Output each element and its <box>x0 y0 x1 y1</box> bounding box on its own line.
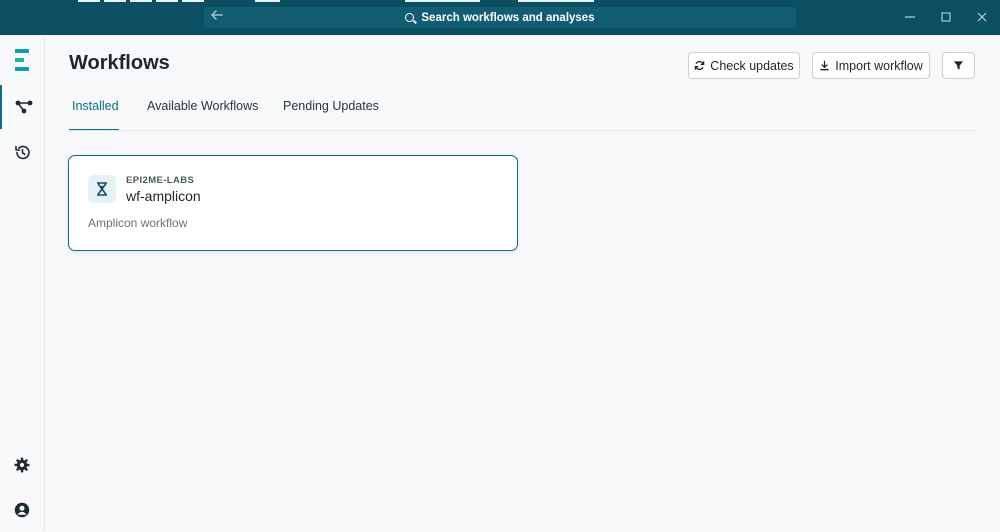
minimize-icon <box>905 16 915 18</box>
gear-icon <box>14 457 30 473</box>
tab-strip <box>518 0 594 2</box>
close-button[interactable] <box>973 9 991 27</box>
close-icon <box>977 12 987 22</box>
tab-strip <box>182 0 204 2</box>
tab-installed[interactable]: Installed <box>69 93 119 131</box>
tab-pending-updates[interactable]: Pending Updates <box>283 93 379 129</box>
workflow-card[interactable]: EPI2ME-LABS wf-amplicon Amplicon workflo… <box>68 155 518 251</box>
tab-strip <box>130 0 152 2</box>
import-workflow-button[interactable]: Import workflow <box>812 52 930 79</box>
refresh-icon <box>695 60 705 71</box>
sidebar-item-history[interactable] <box>0 130 44 174</box>
sidebar-item-settings[interactable] <box>0 443 44 487</box>
workflow-description: Amplicon workflow <box>88 216 188 230</box>
download-icon <box>820 60 829 71</box>
tab-divider <box>69 130 975 131</box>
check-updates-label: Check updates <box>710 58 794 73</box>
history-icon <box>14 145 30 159</box>
arrow-left-icon <box>211 10 223 20</box>
sidebar-item-account[interactable] <box>0 488 44 532</box>
check-updates-button[interactable]: Check updates <box>688 52 800 79</box>
tab-pending-label: Pending Updates <box>283 99 379 113</box>
global-search-bar[interactable]: Search workflows and analyses <box>204 7 796 28</box>
workflow-name: wf-amplicon <box>126 188 201 204</box>
app-logo <box>15 49 29 71</box>
workflow-org: EPI2ME-LABS <box>126 175 195 186</box>
maximize-button[interactable] <box>937 9 955 27</box>
page-title: Workflows <box>69 52 170 74</box>
filter-button[interactable] <box>942 52 975 79</box>
title-bar: Search workflows and analyses <box>0 0 1000 35</box>
tab-installed-label: Installed <box>72 99 119 113</box>
tab-strip <box>156 0 178 2</box>
maximize-icon <box>941 12 951 22</box>
hourglass-icon <box>97 182 107 196</box>
tab-strip <box>405 0 480 2</box>
workflow-graph-icon <box>15 100 33 114</box>
tab-available-workflows[interactable]: Available Workflows <box>147 93 258 129</box>
tab-strip <box>255 0 280 2</box>
filter-icon <box>953 61 964 70</box>
tab-strip <box>104 0 126 2</box>
minimize-button[interactable] <box>901 9 919 27</box>
workflow-icon-badge <box>88 175 116 203</box>
back-button[interactable] <box>206 8 228 28</box>
tab-available-label: Available Workflows <box>147 99 259 113</box>
sidebar <box>0 35 45 531</box>
tab-strip <box>78 0 100 2</box>
search-placeholder: Search workflows and analyses <box>421 11 595 24</box>
import-workflow-label: Import workflow <box>835 58 923 73</box>
main-content: Workflows Check updates Import workflow … <box>44 35 1000 531</box>
search-icon <box>405 13 415 22</box>
sidebar-item-workflows[interactable] <box>0 85 46 129</box>
user-circle-icon <box>14 502 30 518</box>
